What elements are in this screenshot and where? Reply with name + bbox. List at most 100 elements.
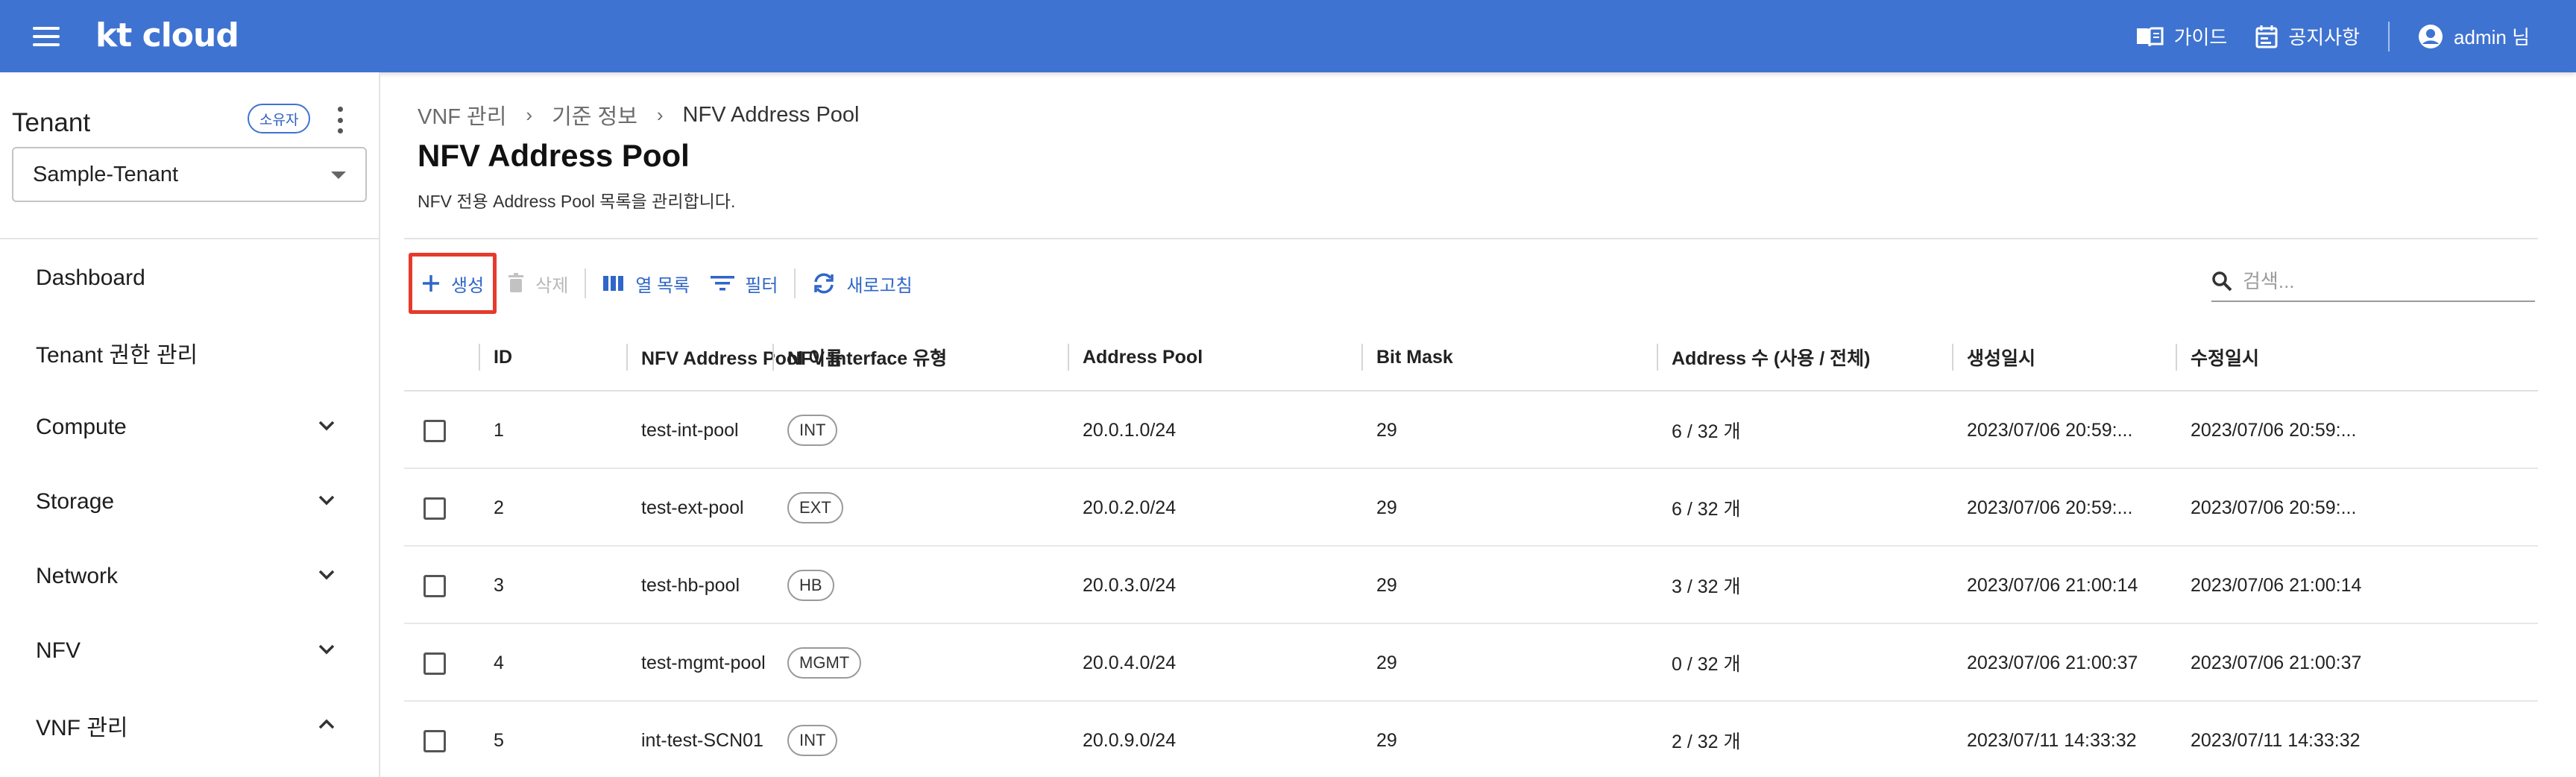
sidebar-item-label: VNF 관리 [36,716,128,740]
column-header-created[interactable]: 생성일시 [1952,323,2170,391]
refresh-button[interactable]: 새로고침 [802,253,922,314]
table-row[interactable]: 2 test-ext-pool EXT 20.0.2.0/24 29 6 / 3… [404,469,2538,547]
cell-type: INT [787,391,838,469]
more-vert-icon[interactable] [334,107,346,133]
chevron-down-icon [318,644,335,655]
sidebar-item-vnf-management[interactable]: VNF 관리 [0,688,379,763]
cell-name: test-ext-pool [641,497,744,518]
kt-cloud-logo[interactable]: kt cloud [95,16,239,54]
cell-created: 2023/07/11 14:33:32 [1967,729,2137,751]
owner-badge: 소유자 [248,104,311,133]
cell-id: 3 [494,574,504,596]
cell-count: 6 / 32 개 [1672,499,1741,520]
filter-button[interactable]: 필터 [700,253,788,314]
cell-type: HB [787,547,834,624]
toolbar-separator [794,268,796,298]
top-app-bar: kt cloud 가이드 공지사항 admin 님 [0,0,2576,72]
cell-mask: 29 [1376,419,1397,441]
chevron-up-icon [318,719,335,729]
row-checkbox[interactable] [423,575,446,597]
guide-link[interactable]: 가이드 [2135,22,2227,50]
table-header: ID NFV Address Pool 이름 NFV Interface 유형 … [404,323,2538,391]
search-icon [2212,271,2232,292]
cell-created: 2023/07/06 20:59:... [1967,497,2133,518]
cell-name: test-mgmt-pool [641,652,766,673]
column-header-mask[interactable]: Bit Mask [1361,323,1453,391]
create-button[interactable]: 생성 [409,253,497,314]
sidebar-nav: Dashboard Tenant 권한 관리 Compute Storage N… [0,241,379,763]
sidebar-item-dashboard[interactable]: Dashboard [0,241,379,315]
row-checkbox[interactable] [423,497,446,520]
chevron-right-icon: › [656,103,664,126]
top-separator [2388,21,2390,51]
tenant-select-value: Sample-Tenant [33,162,179,186]
plus-icon [423,275,439,292]
table-row[interactable]: 1 test-int-pool INT 20.0.1.0/24 29 6 / 3… [404,391,2538,469]
column-header-label: NFV Interface 유형 [787,348,948,369]
row-checkbox[interactable] [423,652,446,675]
menu-icon[interactable] [30,22,63,51]
create-label: 생성 [451,275,485,296]
user-menu[interactable]: admin 님 [2418,22,2530,50]
toolbar-separator [585,268,587,298]
column-header-label: Bit Mask [1376,346,1453,368]
column-header-pool[interactable]: Address Pool [1068,323,1203,391]
column-header-id[interactable]: ID [479,323,512,391]
sidebar-item-label: Compute [36,415,127,439]
cell-id: 4 [494,652,504,673]
sidebar-item-compute[interactable]: Compute [0,390,379,465]
sidebar-item-storage[interactable]: Storage [0,465,379,539]
filter-list-icon [711,276,735,291]
search-input[interactable] [2243,269,2511,293]
cell-name: test-hb-pool [641,574,740,596]
column-header-label: 생성일시 [1967,348,2036,369]
sidebar-item-label: Storage [36,489,115,514]
page-title: NFV Address Pool [418,138,690,173]
cell-mask: 29 [1376,574,1397,596]
columns-button[interactable]: 열 목록 [592,253,700,314]
delete-button[interactable]: 삭제 [497,253,579,314]
search-box [2211,262,2535,302]
sidebar-item-network[interactable]: Network [0,539,379,614]
chevron-down-icon [318,495,335,506]
breadcrumb-item-vnf[interactable]: VNF 관리 [418,99,506,130]
cell-updated: 2023/07/06 20:59:... [2191,497,2357,518]
interface-type-chip: EXT [787,492,843,523]
cell-created: 2023/07/06 21:00:37 [1967,652,2138,673]
sidebar-item-label: Dashboard [36,265,145,290]
table-row[interactable]: 4 test-mgmt-pool MGMT 20.0.4.0/24 29 0 /… [404,624,2538,702]
cell-count: 6 / 32 개 [1672,421,1741,442]
sidebar-item-tenant-permissions[interactable]: Tenant 권한 관리 [0,315,379,390]
cell-mask: 29 [1376,729,1397,751]
row-checkbox[interactable] [423,730,446,752]
sidebar-item-label: Network [36,564,119,588]
sidebar: Tenant 소유자 Sample-Tenant Dashboard Tenan… [0,72,380,777]
cell-pool: 20.0.4.0/24 [1083,652,1177,673]
calendar-icon [2255,25,2278,48]
column-header-count[interactable]: Address 수 (사용 / 전체) [1657,323,1870,391]
table-row[interactable]: 3 test-hb-pool HB 20.0.3.0/24 29 3 / 32 … [404,547,2538,624]
column-header-type[interactable]: NFV Interface 유형 [772,323,948,391]
breadcrumb-item-base-info[interactable]: 기준 정보 [552,99,637,130]
interface-type-chip: MGMT [787,647,862,679]
dropdown-arrow-icon [331,172,346,179]
refresh-icon [814,273,834,294]
row-checkbox[interactable] [423,420,446,442]
tenant-select[interactable]: Sample-Tenant [12,147,367,202]
chevron-down-icon [318,570,335,580]
column-header-label: ID [494,346,512,368]
table-row[interactable]: 5 int-test-SCN01 INT 20.0.9.0/24 29 2 / … [404,702,2538,777]
column-header-label: Address Pool [1083,346,1203,368]
columns-label: 열 목록 [635,275,690,296]
column-header-updated[interactable]: 수정일시 [2176,323,2392,391]
cell-type: INT [787,702,838,777]
user-label: admin 님 [2454,26,2530,48]
account-circle-icon [2419,24,2443,48]
cell-created: 2023/07/06 21:00:14 [1967,574,2138,596]
notice-link[interactable]: 공지사항 [2255,22,2360,50]
title-divider [404,238,2538,239]
sidebar-item-nfv[interactable]: NFV [0,614,379,688]
cell-mask: 29 [1376,497,1397,518]
cell-name: test-int-pool [641,419,739,441]
interface-type-chip: INT [787,415,838,446]
